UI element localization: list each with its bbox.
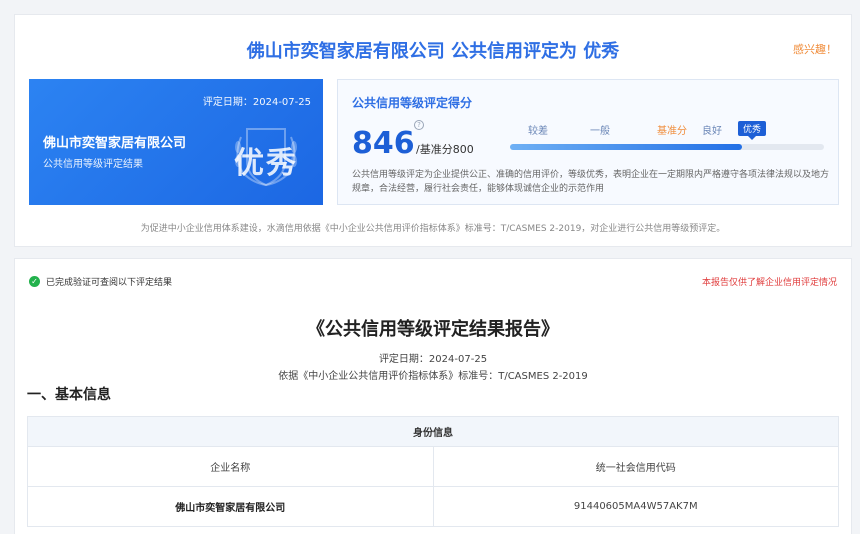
report-basis: 依据《中小企业公共信用评价指标体系》标准号：T/CASMES 2-2019 [278, 371, 588, 382]
report-section: ✓ 已完成验证可查阅以下评定结果 本报告仅供了解企业信用评定情况 《公共信用等级… [14, 258, 852, 534]
section-heading: 一、基本信息 [27, 387, 111, 403]
interest-link[interactable]: 感兴趣！ [793, 41, 837, 57]
rating-badge-text: 优秀 [234, 146, 298, 181]
company-name: 佛山市奕智家居有限公司 [43, 136, 187, 151]
laurel-shield-icon: 优秀 [227, 123, 305, 189]
cell-credit-code: 91440605MA4W57AK7M [432, 486, 839, 527]
report-date: 评定日期：2024-07-25 [378, 354, 488, 365]
help-icon[interactable]: ? [414, 120, 424, 130]
verify-status: ✓ 已完成验证可查阅以下评定结果 [29, 275, 172, 288]
page: 佛山市奕智家居有限公司 公共信用评定为 优秀 感兴趣！ 评定日期：2024-07… [0, 0, 860, 534]
check-circle-icon: ✓ [29, 276, 40, 287]
footnote: 为促进中小企业信用体系建设，水滴信用依据《中小企业公共信用评价指标体系》标准号：… [140, 224, 726, 234]
score-panel: 公共信用等级评定得分 846 ? /基准分800 较差 一般 基准分 良好 优秀… [337, 79, 839, 205]
page-title: 佛山市奕智家居有限公司 公共信用评定为 优秀 [246, 41, 620, 62]
score-progress-fill [510, 144, 743, 150]
identity-table: 身份信息 企业名称 统一社会信用代码 佛山市奕智家居有限公司 91440605M… [27, 416, 839, 527]
score-progress-bar [510, 144, 824, 150]
summary-section: 佛山市奕智家居有限公司 公共信用评定为 优秀 感兴趣！ 评定日期：2024-07… [14, 14, 852, 247]
level-label-poor: 较差 [528, 126, 548, 137]
verify-text: 已完成验证可查阅以下评定结果 [46, 278, 173, 288]
level-label-fair: 一般 [590, 126, 610, 137]
score-description: 公共信用等级评定为企业提供公正、准确的信用评价，等级优秀，表明企业在一定期限内严… [352, 170, 830, 194]
column-header-credit-code: 统一社会信用代码 [432, 446, 839, 487]
cell-company-name: 佛山市奕智家居有限公司 [27, 486, 434, 527]
level-label-good: 良好 [702, 126, 722, 137]
rating-summary-card: 评定日期：2024-07-25 佛山市奕智家居有限公司 公共信用等级评定结果 优… [29, 79, 323, 205]
rating-subtitle: 公共信用等级评定结果 [43, 159, 143, 170]
level-label-baseline: 基准分 [657, 126, 687, 137]
disclaimer: 本报告仅供了解企业信用评定情况 [701, 278, 837, 288]
score-title: 公共信用等级评定得分 [352, 96, 473, 110]
score-value: 846 [352, 126, 415, 161]
level-label-excellent: 优秀 [737, 121, 767, 140]
column-header-company: 企业名称 [27, 446, 434, 487]
score-baseline: /基准分800 [416, 143, 474, 156]
report-title: 《公共信用等级评定结果报告》 [307, 319, 559, 340]
rating-date: 评定日期：2024-07-25 [202, 97, 311, 108]
table-caption: 身份信息 [27, 416, 839, 447]
table-row: 佛山市奕智家居有限公司 91440605MA4W57AK7M [27, 486, 839, 527]
